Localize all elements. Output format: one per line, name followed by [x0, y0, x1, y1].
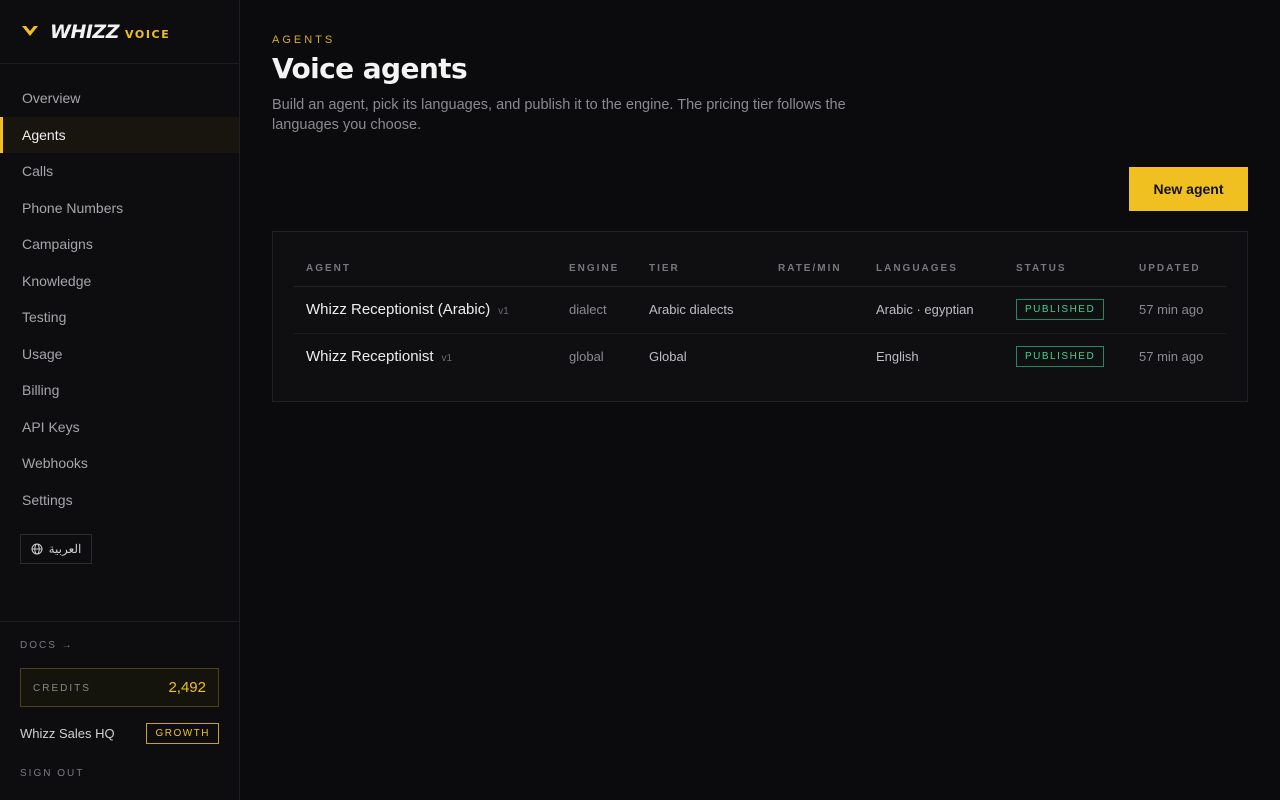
sidebar-item-settings[interactable]: Settings [0, 482, 239, 519]
docs-link[interactable]: DOCS → [20, 640, 219, 651]
col-header-rate: RATE/MIN [766, 232, 864, 287]
sidebar-item-webhooks[interactable]: Webhooks [0, 445, 239, 482]
languages-cell: English [876, 349, 919, 365]
sidebar-item-overview[interactable]: Overview [0, 80, 239, 117]
toolbar: New agent [272, 167, 1248, 211]
plan-badge: GROWTH [146, 723, 219, 744]
col-header-engine: ENGINE [557, 232, 637, 287]
logo-mark-icon [22, 25, 38, 36]
table-row[interactable]: Whizz Receptionist (Arabic) v1 dialect Ar… [294, 286, 1226, 334]
agent-version: v1 [441, 353, 453, 365]
credits-box: CREDITS 2,492 [20, 668, 219, 707]
sign-out-link[interactable]: SIGN OUT [20, 768, 219, 779]
status-cell: PUBLISHED [1004, 333, 1127, 380]
rate-cell [766, 286, 864, 334]
agents-table: AGENT ENGINE TIER RATE/MIN LANGUAGES STA… [294, 232, 1226, 380]
col-header-tier: TIER [637, 232, 766, 287]
sidebar-item-usage[interactable]: Usage [0, 336, 239, 373]
col-header-updated: UPDATED [1127, 232, 1226, 287]
sidebar-item-knowledge[interactable]: Knowledge [0, 263, 239, 300]
page-subtitle: Build an agent, pick its languages, and … [272, 97, 846, 133]
table-header-row: AGENT ENGINE TIER RATE/MIN LANGUAGES STA… [294, 232, 1226, 287]
credits-value: 2,492 [168, 679, 206, 696]
main-content: AGENTS Voice agents Build an agent, pick… [240, 0, 1280, 800]
language-toggle-button[interactable]: العربية [20, 534, 92, 564]
sidebar-item-calls[interactable]: Calls [0, 153, 239, 190]
col-header-status: STATUS [1004, 232, 1127, 287]
col-header-languages: LANGUAGES [864, 232, 1004, 287]
agent-name-cell: Whizz Receptionist (Arabic) v1 [294, 286, 557, 334]
sidebar-item-agents[interactable]: Agents [0, 116, 239, 153]
page-eyebrow: AGENTS [272, 34, 336, 46]
agent-name[interactable]: Whizz Receptionist (Arabic) [306, 301, 490, 318]
language-toggle-label: العربية [48, 542, 82, 556]
updated-cell: 57 min ago [1139, 349, 1204, 365]
sidebar: WHIZZ VOICE Overview Agents Calls Phone … [0, 0, 240, 800]
agent-name[interactable]: Whizz Receptionist [306, 348, 434, 365]
new-agent-button[interactable]: New agent [1129, 167, 1248, 211]
updated-cell: 57 min ago [1127, 286, 1226, 334]
brand-sub: VOICE [124, 27, 171, 41]
table-row[interactable]: Whizz Receptionist v1 global Global Engli… [294, 333, 1226, 380]
engine-cell: global [569, 349, 604, 365]
rate-cell [766, 333, 864, 380]
page-title: Voice agents [272, 52, 468, 85]
sidebar-nav: Overview Agents Calls Phone Numbers Camp… [0, 64, 239, 518]
org-row: Whizz Sales HQ GROWTH [20, 723, 219, 744]
status-badge: PUBLISHED [1016, 299, 1105, 320]
col-header-agent: AGENT [294, 232, 557, 287]
engine-cell: dialect [557, 286, 637, 334]
tier-cell: Arabic dialects [637, 286, 766, 334]
sidebar-item-billing[interactable]: Billing [0, 372, 239, 409]
agent-version: v1 [498, 306, 509, 317]
languages-cell: Arabic · egyptian [864, 286, 1004, 334]
sidebar-item-phone-numbers[interactable]: Phone Numbers [0, 190, 239, 227]
status-cell: PUBLISHED [1004, 286, 1127, 334]
sidebar-item-api-keys[interactable]: API Keys [0, 409, 239, 446]
agents-table-card: AGENT ENGINE TIER RATE/MIN LANGUAGES STA… [272, 231, 1248, 402]
sidebar-item-campaigns[interactable]: Campaigns [0, 226, 239, 263]
status-badge: PUBLISHED [1016, 346, 1105, 368]
tier-cell: Global [649, 349, 687, 365]
agent-name-cell: Whizz Receptionist v1 [294, 333, 557, 380]
sidebar-footer: DOCS → CREDITS 2,492 Whizz Sales HQ GROW… [0, 621, 239, 779]
credits-label: CREDITS [33, 683, 91, 694]
globe-icon [31, 543, 43, 555]
brand-name: WHIZZ [50, 20, 119, 43]
brand-logo[interactable]: WHIZZ VOICE [0, 0, 239, 64]
org-name: Whizz Sales HQ [20, 726, 115, 741]
sidebar-item-testing[interactable]: Testing [0, 299, 239, 336]
